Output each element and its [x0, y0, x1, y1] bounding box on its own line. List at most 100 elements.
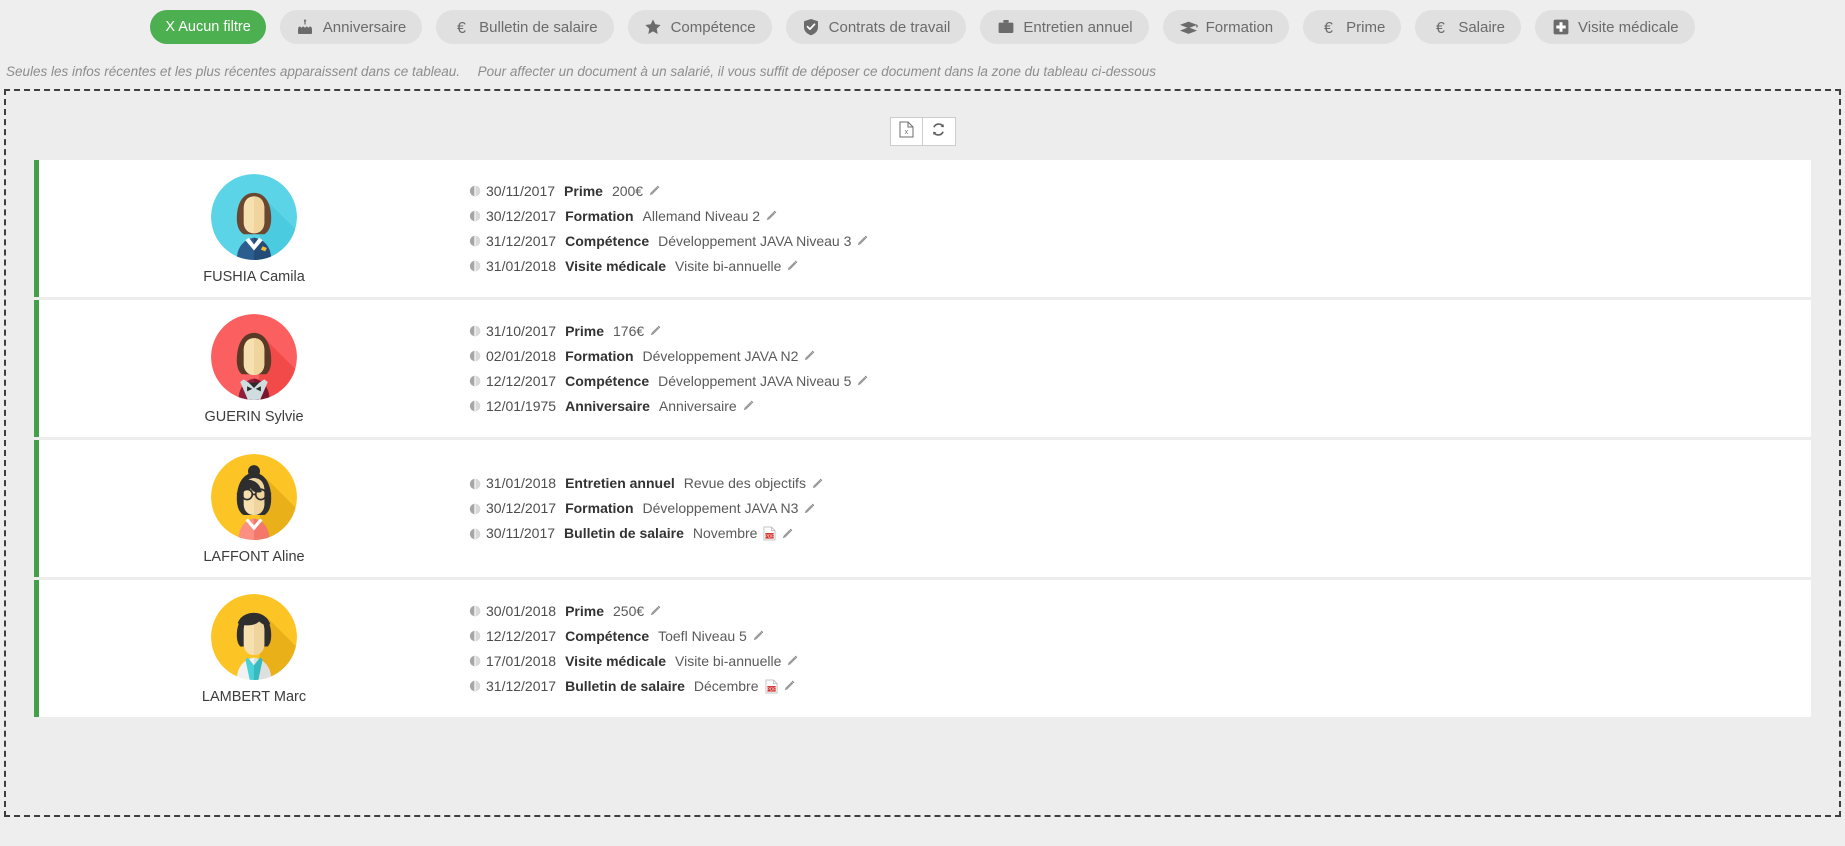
event-status-icon — [469, 260, 481, 272]
edit-pencil-icon[interactable] — [811, 478, 823, 490]
event-line: 31/12/2017 Bulletin de salaire Décembre PDF — [469, 674, 1811, 699]
employee-events: 30/11/2017 Prime 200€ 30/12/2017 Formation Al… — [469, 160, 1811, 297]
event-status-icon — [469, 350, 481, 362]
svg-text:PDF: PDF — [766, 686, 775, 691]
pdf-document-icon[interactable]: PDF — [763, 526, 776, 541]
euro-icon: € — [1431, 18, 1450, 37]
event-status-icon — [469, 375, 481, 387]
filter-chip-label: Salaire — [1458, 18, 1506, 36]
event-type: Bulletin de salaire — [564, 525, 684, 541]
event-status-icon — [469, 528, 481, 540]
euro-icon: € — [452, 18, 471, 37]
event-status-icon — [469, 210, 481, 222]
event-type: Formation — [565, 500, 634, 516]
medical-cross-icon — [1551, 18, 1570, 37]
employee-name: FUSHIA Camila — [203, 269, 305, 285]
star-icon — [644, 18, 663, 37]
event-status-icon — [469, 325, 481, 337]
employee-identity-cell: FUSHIA Camila — [39, 160, 469, 297]
edit-pencil-icon[interactable] — [783, 680, 795, 692]
refresh-button[interactable] — [922, 117, 956, 146]
info-hint-part1: Seules les infos récentes et les plus ré… — [6, 64, 461, 79]
event-date: 12/12/2017 — [486, 372, 557, 389]
event-status-icon — [469, 680, 481, 692]
event-line: 31/01/2018 Entretien annuel Revue des obje… — [469, 471, 1811, 496]
employee-row[interactable]: LAFFONT Aline 31/01/2018 Entretien annuel R… — [34, 440, 1811, 577]
edit-pencil-icon[interactable] — [803, 350, 815, 362]
filter-chip-salaire[interactable]: € Salaire — [1415, 10, 1522, 44]
edit-pencil-icon[interactable] — [856, 235, 868, 247]
employee-row[interactable]: GUERIN Sylvie 31/10/2017 Prime 176€ 02/01/20… — [34, 300, 1811, 437]
edit-pencil-icon[interactable] — [786, 260, 798, 272]
avatar[interactable] — [211, 594, 297, 680]
employee-events: 31/10/2017 Prime 176€ 02/01/2018 Formation Dé… — [469, 300, 1811, 437]
pdf-document-icon[interactable]: PDF — [765, 679, 778, 694]
filter-chip-visite-m-dicale[interactable]: Visite médicale — [1535, 10, 1695, 44]
svg-text:€: € — [1324, 20, 1333, 37]
export-excel-button[interactable]: x — [889, 117, 923, 146]
event-date: 17/01/2018 — [486, 652, 557, 669]
edit-pencil-icon[interactable] — [742, 400, 754, 412]
employee-name: GUERIN Sylvie — [204, 409, 304, 425]
document-dropzone[interactable]: x FUSHIA Camila 30/11/2017 Prime 200€ 30/12/… — [4, 89, 1841, 817]
edit-pencil-icon[interactable] — [856, 375, 868, 387]
filter-chip-bulletin-de-salaire[interactable]: € Bulletin de salaire — [436, 10, 614, 44]
event-line: 31/12/2017 Compétence Développement JAVA N… — [469, 229, 1811, 254]
filter-chip-comp-tence[interactable]: Compétence — [627, 10, 772, 44]
event-type: Prime — [565, 602, 604, 619]
filter-chip-anniversaire[interactable]: Anniversaire — [279, 10, 423, 44]
filter-chip-label: Visite médicale — [1578, 18, 1679, 36]
event-date: 31/01/2018 — [486, 257, 557, 274]
employee-events: 31/01/2018 Entretien annuel Revue des obje… — [469, 440, 1811, 577]
svg-text:x: x — [904, 129, 908, 136]
employee-name: LAFFONT Aline — [203, 549, 305, 565]
info-hint-text: Seules les infos récentes et les plus ré… — [0, 52, 1845, 89]
filter-chip-x-aucun-filtre[interactable]: X Aucun filtre — [150, 10, 266, 44]
avatar[interactable] — [211, 454, 297, 540]
event-line: 02/01/2018 Formation Développement JAVA N2 — [469, 344, 1811, 369]
event-type: Anniversaire — [565, 397, 650, 414]
edit-pencil-icon[interactable] — [649, 605, 661, 617]
employee-identity-cell: LAFFONT Aline — [39, 440, 469, 577]
filter-bar: X Aucun filtre Anniversaire € Bulletin de s… — [0, 0, 1845, 52]
event-date: 31/12/2017 — [486, 232, 557, 249]
edit-pencil-icon[interactable] — [781, 528, 793, 540]
event-status-icon — [469, 400, 481, 412]
event-value: 250€ — [613, 602, 645, 619]
event-type: Compétence — [565, 372, 650, 389]
event-status-icon — [469, 185, 481, 197]
edit-pencil-icon[interactable] — [765, 210, 777, 222]
event-value: 200€ — [611, 182, 644, 199]
filter-chip-entretien-annuel[interactable]: Entretien annuel — [980, 10, 1149, 44]
filter-chip-label: Anniversaire — [322, 18, 407, 36]
event-value: Visite bi-annuelle — [675, 652, 782, 669]
refresh-icon — [931, 122, 946, 142]
edit-pencil-icon[interactable] — [649, 325, 661, 337]
edit-pencil-icon[interactable] — [803, 503, 815, 515]
filter-chip-label: Prime — [1346, 18, 1386, 36]
event-line: 17/01/2018 Visite médicale Visite bi-annue… — [469, 649, 1811, 674]
employee-row[interactable]: LAMBERT Marc 30/01/2018 Prime 250€ 12/12/201… — [34, 580, 1811, 717]
edit-pencil-icon[interactable] — [648, 185, 660, 197]
filter-chip-contrats-de-travail[interactable]: Contrats de travail — [785, 10, 967, 44]
event-line: 31/01/2018 Visite médicale Visite bi-annue… — [469, 254, 1811, 279]
filter-chip-label: Entretien annuel — [1023, 18, 1133, 36]
filter-chip-formation[interactable]: Formation — [1162, 10, 1290, 44]
event-line: 12/12/2017 Compétence Développement JAVA N… — [469, 369, 1811, 394]
event-line: 30/01/2018 Prime 250€ — [469, 599, 1811, 624]
event-date: 02/01/2018 — [486, 347, 557, 364]
event-status-icon — [469, 655, 481, 667]
avatar[interactable] — [211, 174, 297, 260]
event-type: Visite médicale — [565, 257, 666, 274]
filter-chip-prime[interactable]: € Prime — [1303, 10, 1402, 44]
edit-pencil-icon[interactable] — [786, 655, 798, 667]
employee-identity-cell: GUERIN Sylvie — [39, 300, 469, 437]
event-type: Compétence — [565, 627, 650, 644]
edit-pencil-icon[interactable] — [752, 630, 764, 642]
employee-row[interactable]: FUSHIA Camila 30/11/2017 Prime 200€ 30/12/20… — [34, 160, 1811, 297]
table-toolbar: x — [34, 101, 1811, 160]
svg-text:€: € — [1436, 20, 1445, 37]
event-status-icon — [469, 605, 481, 617]
avatar[interactable] — [211, 314, 297, 400]
event-line: 31/10/2017 Prime 176€ — [469, 319, 1811, 344]
